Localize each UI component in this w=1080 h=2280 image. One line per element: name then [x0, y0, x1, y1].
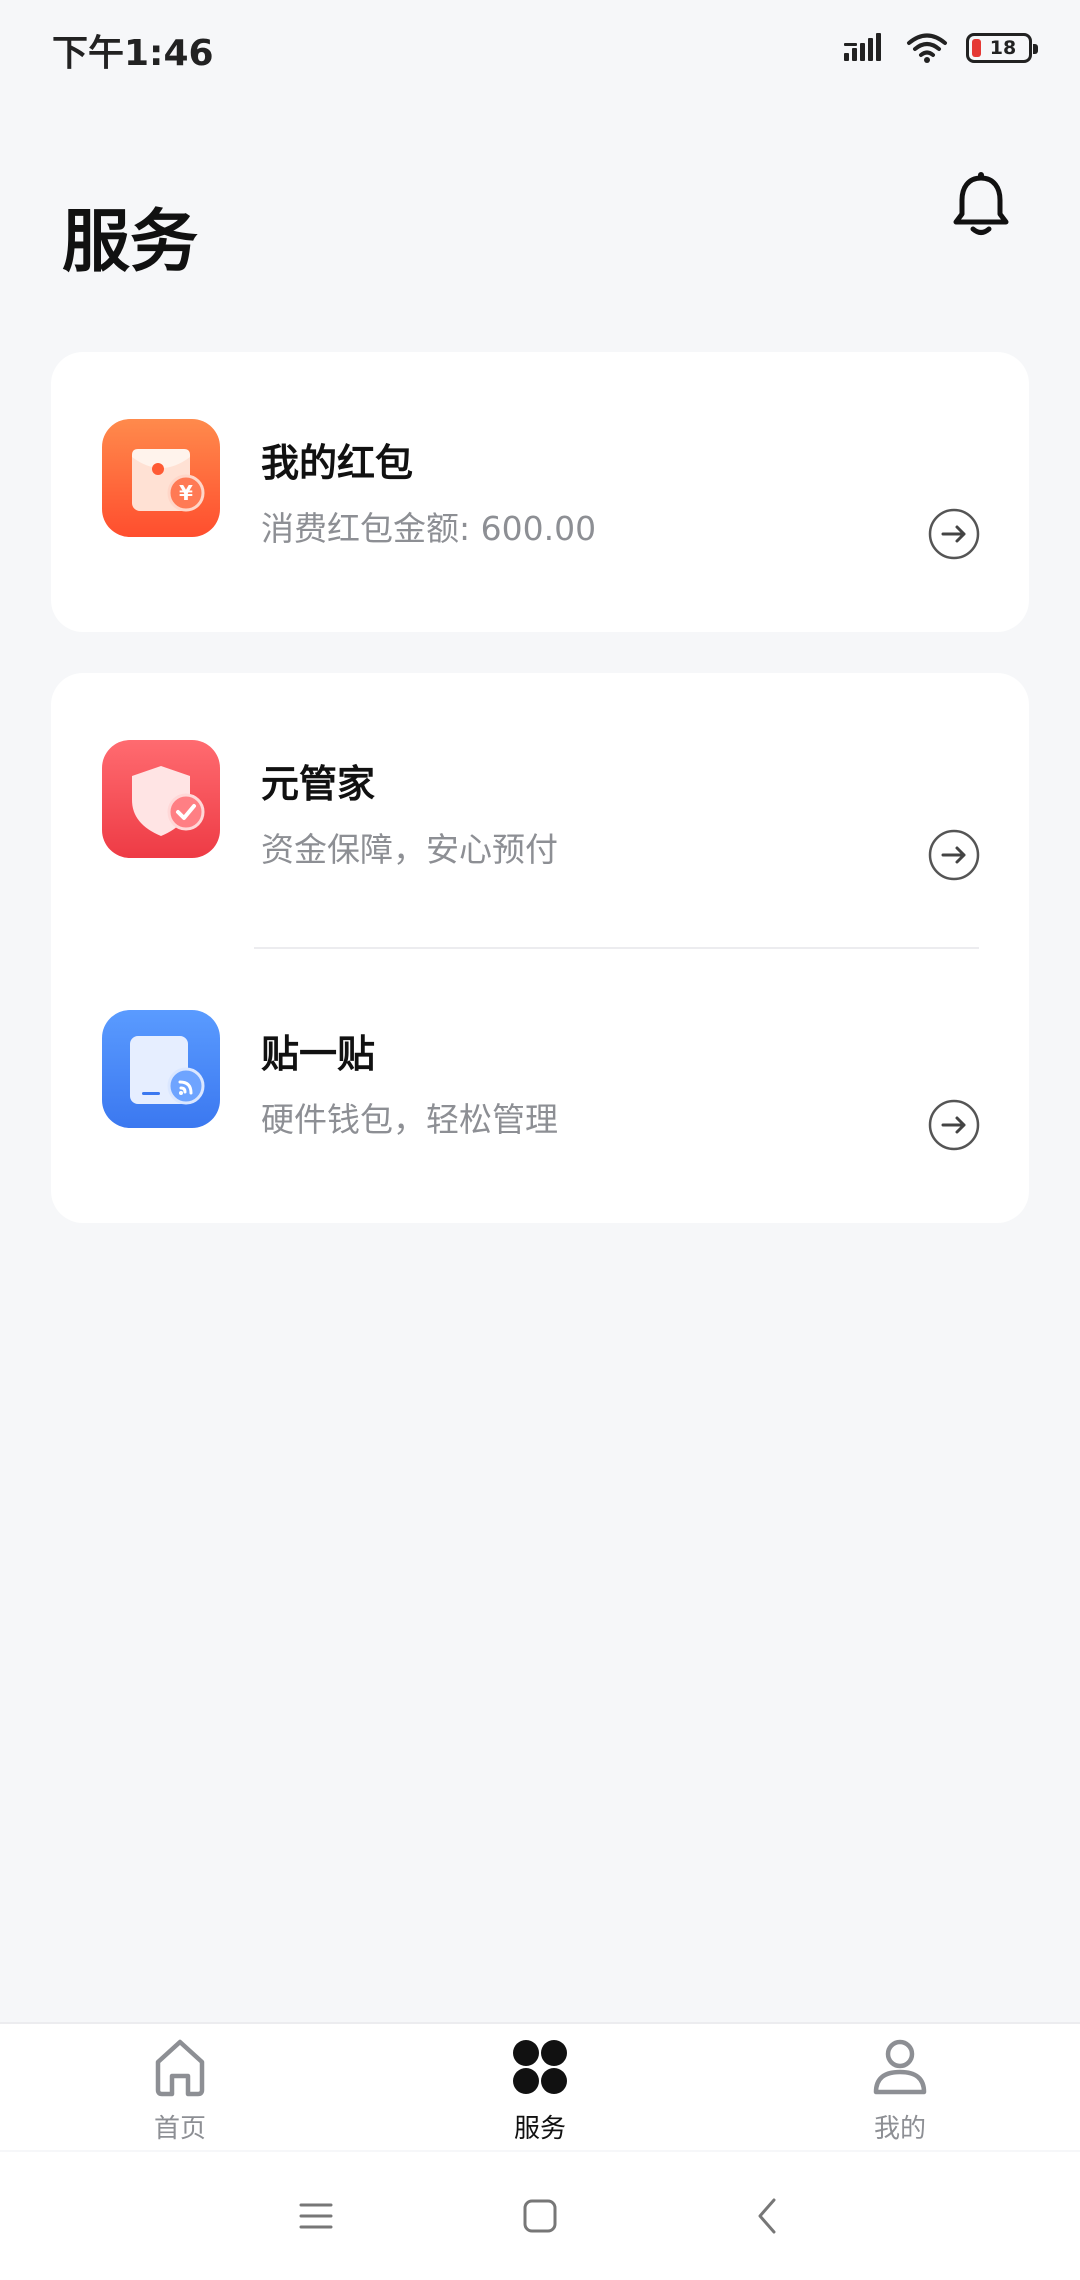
red-packet-subtitle: 消费红包金额: 600.00 — [261, 509, 597, 548]
arrow-right-icon[interactable] — [927, 1098, 981, 1152]
nav-label-services: 服务 — [513, 2114, 566, 2144]
wifi-icon — [907, 33, 947, 63]
steward-title: 元管家 — [261, 762, 376, 806]
steward-subtitle: 资金保障，安心预付 — [261, 830, 558, 869]
back-icon[interactable] — [748, 2196, 788, 2236]
tap-subtitle: 硬件钱包，轻松管理 — [261, 1100, 558, 1139]
battery-level: 18 — [989, 37, 1017, 59]
nav-item-services[interactable]: 服务 — [440, 2024, 640, 2152]
red-packet-title: 我的红包 — [261, 441, 414, 485]
signal-icon — [844, 33, 881, 61]
shield-check-icon — [102, 740, 220, 858]
nav-item-mine[interactable]: 我的 — [800, 2024, 1000, 2152]
four-dots-icon — [513, 2040, 567, 2094]
red-packet-row[interactable]: ¥ 我的红包 消费红包金额: 600.00 — [51, 392, 1029, 592]
home-icon — [155, 2039, 205, 2097]
system-nav-bar — [0, 2152, 1080, 2280]
bell-icon[interactable] — [950, 172, 1012, 238]
divider — [254, 947, 979, 949]
bottom-nav: 首页 服务 我的 — [0, 2022, 1080, 2150]
battery-icon: 18 — [966, 33, 1038, 63]
tap-title: 贴一贴 — [261, 1032, 376, 1076]
battery-fill — [972, 39, 981, 57]
nav-label-mine: 我的 — [873, 2114, 926, 2144]
nav-label-home: 首页 — [153, 2114, 206, 2144]
status-time: 下午1:46 — [52, 33, 214, 74]
nfc-card-icon — [102, 1010, 220, 1128]
menu-icon[interactable] — [296, 2196, 336, 2236]
home-square-icon[interactable] — [520, 2196, 560, 2236]
status-icons: 18 — [844, 28, 1038, 68]
steward-row[interactable]: 元管家 资金保障，安心预付 — [51, 713, 1029, 913]
status-bar: 下午1:46 18 — [0, 0, 1080, 96]
red-packet-card: ¥ 我的红包 消费红包金额: 600.00 — [51, 352, 1029, 632]
svg-text:¥: ¥ — [179, 481, 193, 505]
red-packet-icon: ¥ — [102, 419, 220, 537]
person-icon — [873, 2039, 927, 2095]
arrow-right-icon[interactable] — [927, 828, 981, 882]
services-card: 元管家 资金保障，安心预付 贴一贴 硬件钱包，轻松管理 — [51, 673, 1029, 1223]
nav-item-home[interactable]: 首页 — [80, 2024, 280, 2152]
arrow-right-icon[interactable] — [927, 507, 981, 561]
tap-row[interactable]: 贴一贴 硬件钱包，轻松管理 — [51, 983, 1029, 1183]
page-title: 服务 — [62, 203, 199, 282]
